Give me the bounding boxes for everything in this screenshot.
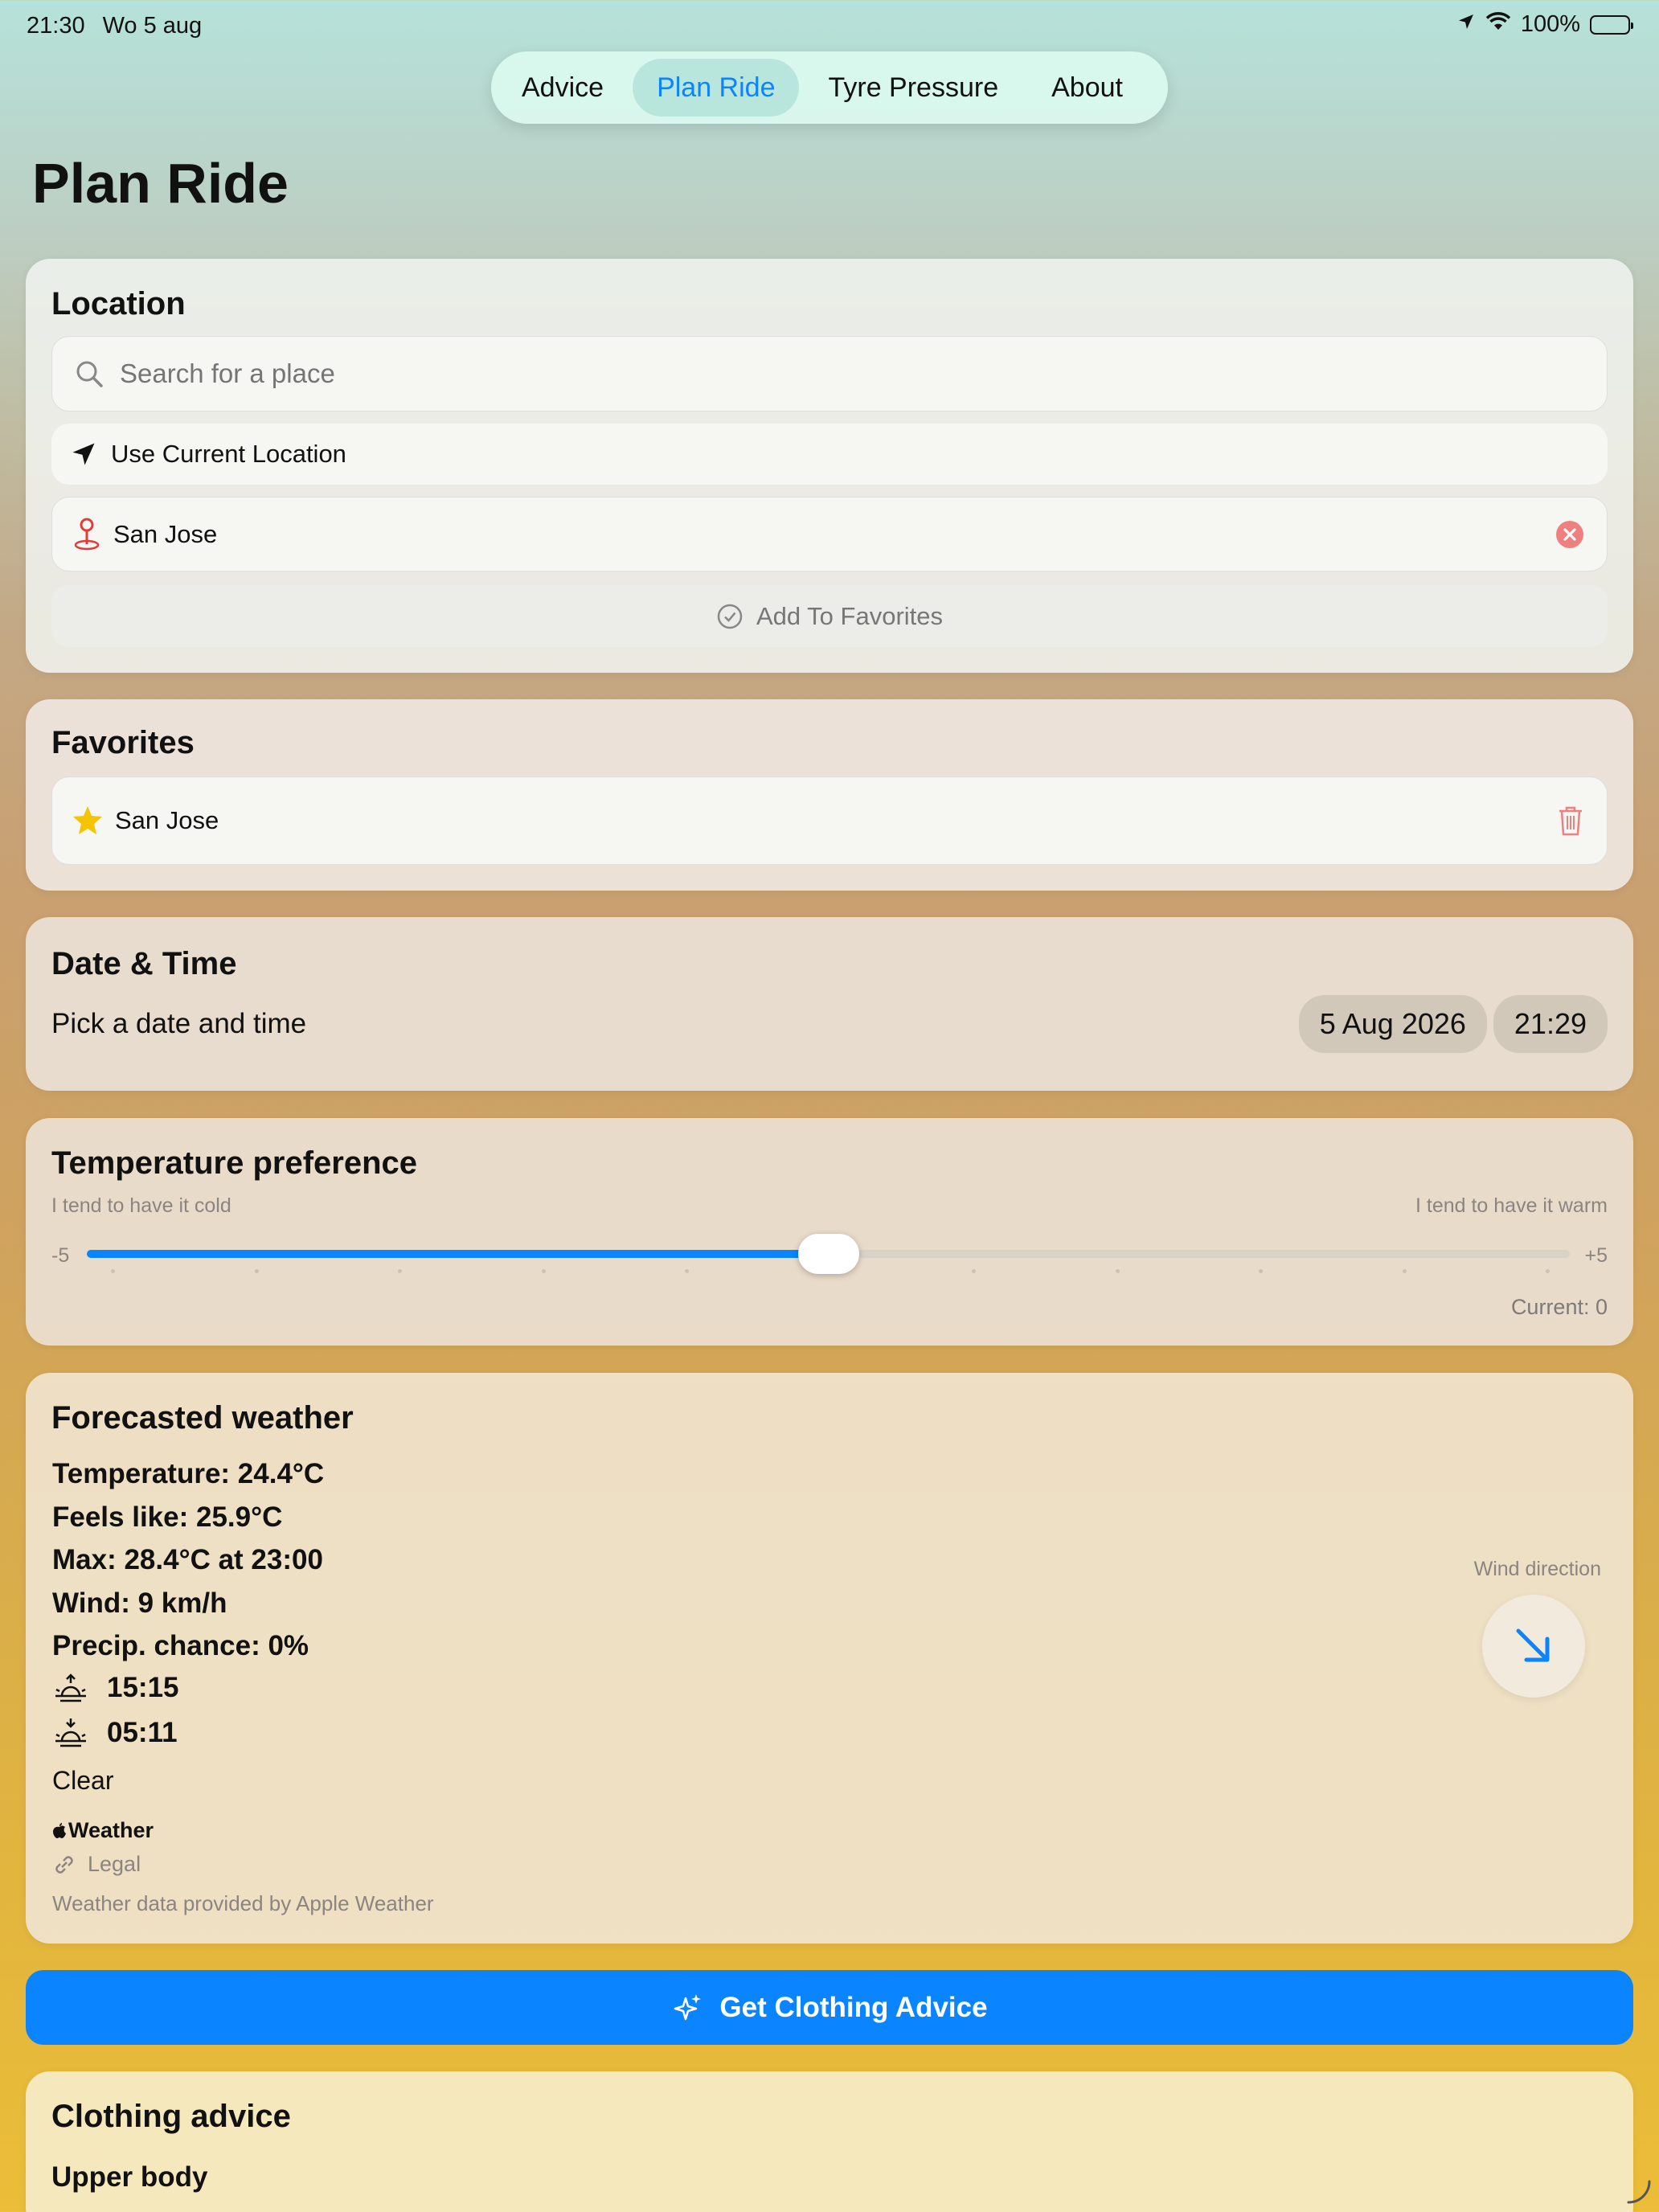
- tab-about[interactable]: About: [1027, 59, 1147, 117]
- slider-tick: [972, 1269, 976, 1273]
- sunset-icon: [52, 1717, 89, 1749]
- resize-handle-icon[interactable]: [1625, 2178, 1653, 2206]
- date-picker[interactable]: 5 Aug 2026: [1298, 995, 1487, 1053]
- use-current-location-label: Use Current Location: [111, 440, 346, 468]
- favorites-title: Favorites: [51, 725, 195, 760]
- location-card: Location Use Current Location San Jose A…: [26, 259, 1633, 673]
- selected-location-name: San Jose: [113, 519, 218, 548]
- slider-fill: [87, 1250, 829, 1258]
- current-value-label: Current: 0: [1510, 1295, 1608, 1319]
- arrow-down-right-icon: [1510, 1623, 1557, 1669]
- weather-wind: Wind: 9 km/h: [52, 1587, 227, 1619]
- favorites-card: Favorites San Jose: [26, 699, 1633, 891]
- weather-temperature: Temperature: 24.4°C: [52, 1458, 325, 1489]
- status-time: 21:30: [27, 13, 85, 39]
- time-picker[interactable]: 21:29: [1493, 995, 1608, 1053]
- datetime-card: Date & Time Pick a date and time 5 Aug 2…: [26, 917, 1633, 1091]
- slider-thumb[interactable]: [797, 1234, 859, 1274]
- wind-direction-label: Wind direction: [1473, 1558, 1601, 1580]
- slider-tick: [254, 1269, 259, 1273]
- battery-icon: [1590, 14, 1633, 35]
- slider-tick: [1546, 1269, 1550, 1273]
- status-bar: 21:30 Wo 5 aug 100%: [0, 0, 1659, 51]
- tab-bar: Advice Plan Ride Tyre Pressure About: [491, 51, 1168, 124]
- tab-plan-ride[interactable]: Plan Ride: [633, 59, 800, 117]
- slider-tick: [111, 1269, 115, 1273]
- datetime-row: Pick a date and time 5 Aug 2026 21:29: [51, 992, 1608, 1056]
- sunrise-row: 15:15: [52, 1672, 179, 1704]
- map-pin-icon: [72, 517, 102, 552]
- location-title: Location: [51, 286, 186, 322]
- weather-attribution: Weather data provided by Apple Weather: [52, 1891, 434, 1915]
- checkmark-circle-icon: [716, 603, 743, 630]
- location-arrow-icon: [1456, 11, 1476, 38]
- datetime-title: Date & Time: [51, 946, 237, 981]
- link-icon: [52, 1853, 76, 1877]
- apple-weather-logo: Weather: [52, 1818, 154, 1843]
- status-date: Wo 5 aug: [102, 13, 203, 39]
- slider-tick: [685, 1269, 689, 1273]
- star-icon: [72, 805, 104, 837]
- wind-direction-indicator: [1482, 1595, 1585, 1698]
- favorite-item[interactable]: San Jose: [51, 776, 1608, 865]
- use-current-location-button[interactable]: Use Current Location: [51, 424, 1608, 485]
- cold-hint: I tend to have it cold: [51, 1194, 231, 1217]
- weather-precip: Precip. chance: 0%: [52, 1630, 309, 1661]
- slider-max-label: +5: [1584, 1244, 1608, 1267]
- weather-max: Max: 28.4°C at 23:00: [52, 1544, 323, 1575]
- slider-tick: [398, 1269, 402, 1273]
- weather-brand: Weather: [68, 1818, 154, 1842]
- sunrise-icon: [52, 1672, 89, 1704]
- temperature-slider[interactable]: [87, 1234, 1570, 1274]
- add-to-favorites-button[interactable]: Add To Favorites: [51, 585, 1608, 647]
- warm-hint: I tend to have it warm: [1415, 1194, 1608, 1217]
- tab-advice[interactable]: Advice: [498, 59, 628, 117]
- sunset-time: 05:11: [107, 1717, 178, 1748]
- apple-icon: [52, 1822, 67, 1840]
- weather-feels-like: Feels like: 25.9°C: [52, 1501, 283, 1533]
- slider-min-label: -5: [51, 1244, 70, 1267]
- search-field[interactable]: [51, 336, 1608, 412]
- datetime-label: Pick a date and time: [51, 1008, 307, 1039]
- search-icon: [73, 358, 105, 390]
- add-to-favorites-label: Add To Favorites: [756, 601, 944, 630]
- get-clothing-advice-label: Get Clothing Advice: [719, 1991, 988, 2023]
- legal-link[interactable]: Legal: [52, 1852, 141, 1877]
- search-input[interactable]: [120, 358, 1486, 389]
- slider-tick: [1259, 1269, 1263, 1273]
- upper-body-heading: Upper body: [51, 2161, 208, 2193]
- trash-icon[interactable]: [1557, 805, 1584, 837]
- slider-tick: [1115, 1269, 1120, 1273]
- favorite-item-name: San Jose: [115, 806, 219, 834]
- sunrise-time: 15:15: [107, 1672, 179, 1703]
- slider-tick: [541, 1269, 546, 1273]
- wifi-icon: [1485, 11, 1511, 38]
- legal-label: Legal: [88, 1852, 141, 1876]
- page-title: Plan Ride: [32, 152, 289, 215]
- battery-percentage: 100%: [1520, 11, 1580, 37]
- sparkles-icon: [671, 1992, 703, 2024]
- weather-condition: Clear: [52, 1766, 114, 1795]
- weather-title: Forecasted weather: [51, 1400, 354, 1436]
- get-clothing-advice-button[interactable]: Get Clothing Advice: [26, 1970, 1633, 2045]
- tab-tyre-pressure[interactable]: Tyre Pressure: [804, 59, 1022, 117]
- location-arrow-icon: [69, 440, 98, 469]
- clothing-advice-card: Clothing advice Upper body: [26, 2071, 1633, 2212]
- slider-tick: [1402, 1269, 1407, 1273]
- temperature-preference-card: Temperature preference I tend to have it…: [26, 1118, 1633, 1346]
- sunset-row: 05:11: [52, 1717, 178, 1749]
- selected-location: San Jose: [51, 497, 1608, 571]
- temperature-preference-title: Temperature preference: [51, 1145, 417, 1181]
- clothing-advice-title: Clothing advice: [51, 2099, 291, 2134]
- clear-location-icon[interactable]: [1555, 520, 1584, 549]
